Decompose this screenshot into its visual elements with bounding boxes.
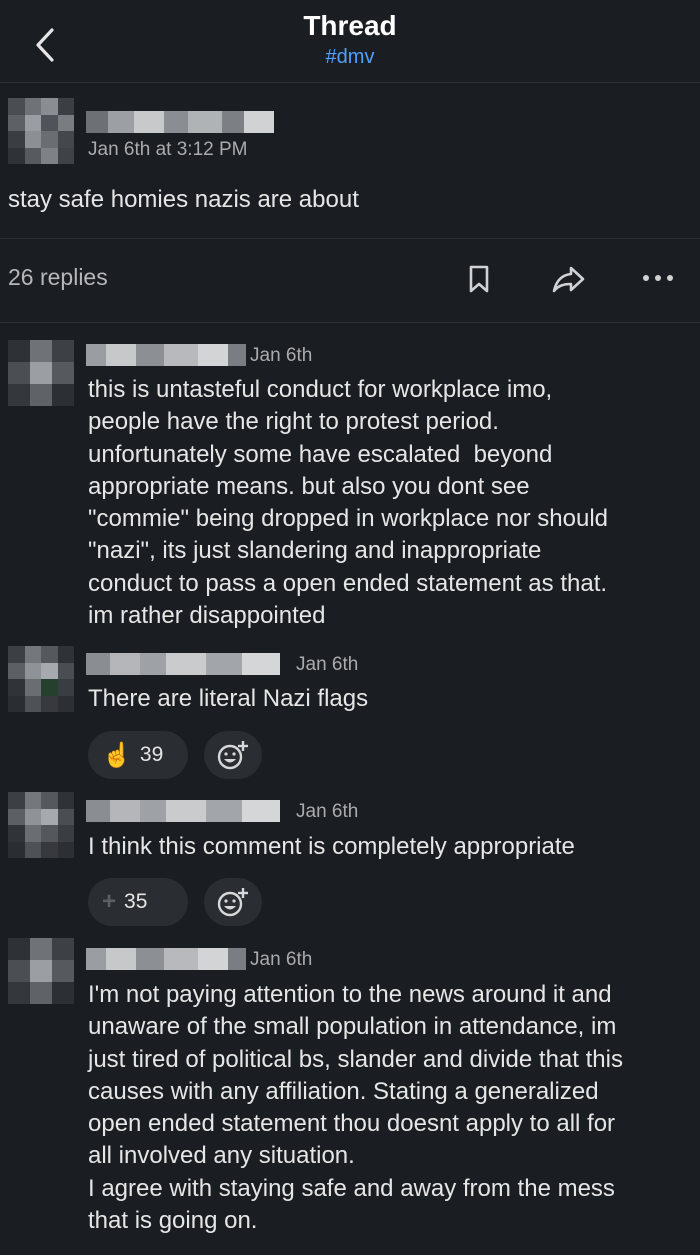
message-timestamp: Jan 6th at 3:12 PM xyxy=(88,139,248,160)
message-text: stay safe homies nazis are about xyxy=(8,186,359,213)
message-text: I think this comment is completely appro… xyxy=(88,833,575,860)
bookmark-button[interactable] xyxy=(466,264,492,294)
avatar[interactable] xyxy=(8,98,74,164)
reaction-count: 39 xyxy=(139,743,164,766)
bookmark-icon xyxy=(469,265,489,293)
add-reaction-button[interactable] xyxy=(204,878,262,926)
author-name-redacted[interactable] xyxy=(86,111,274,133)
pointing-up-emoji-icon: ☝️ xyxy=(102,741,132,769)
avatar[interactable] xyxy=(8,340,74,406)
message-text: There are literal Nazi flags xyxy=(88,685,369,712)
page-title: Thread xyxy=(303,10,397,41)
message-timestamp: Jan 6th xyxy=(296,801,359,822)
more-icon xyxy=(643,275,673,281)
message-timestamp: Jan 6th xyxy=(296,654,359,675)
author-name-redacted[interactable] xyxy=(86,948,246,970)
add-reaction-button[interactable] xyxy=(204,731,262,779)
reaction-pill[interactable]: + 35 xyxy=(88,878,188,926)
avatar[interactable] xyxy=(8,792,74,858)
avatar[interactable] xyxy=(8,646,74,712)
reaction-pill[interactable]: ☝️ 39 xyxy=(88,731,188,779)
plus-emoji-icon: + xyxy=(102,888,117,915)
more-button[interactable] xyxy=(640,270,676,286)
thread-header: Thread #dmv xyxy=(0,0,700,83)
divider xyxy=(0,322,700,323)
message-text: I'm not paying attention to the news aro… xyxy=(88,981,623,1235)
add-emoji-icon xyxy=(217,741,248,770)
message-timestamp: Jan 6th xyxy=(250,949,313,970)
share-icon xyxy=(552,266,585,293)
share-button[interactable] xyxy=(552,264,586,294)
avatar[interactable] xyxy=(8,938,74,1004)
add-emoji-icon xyxy=(217,888,248,917)
message-text: this is untasteful conduct for workplace… xyxy=(88,376,608,630)
message-timestamp: Jan 6th xyxy=(250,345,313,366)
channel-link[interactable]: #dmv xyxy=(0,46,700,69)
reaction-count: 35 xyxy=(124,890,148,913)
replies-count: 26 replies xyxy=(8,264,108,290)
author-name-redacted[interactable] xyxy=(86,800,280,822)
divider xyxy=(0,238,700,239)
author-name-redacted[interactable] xyxy=(86,653,280,675)
author-name-redacted[interactable] xyxy=(86,344,246,366)
